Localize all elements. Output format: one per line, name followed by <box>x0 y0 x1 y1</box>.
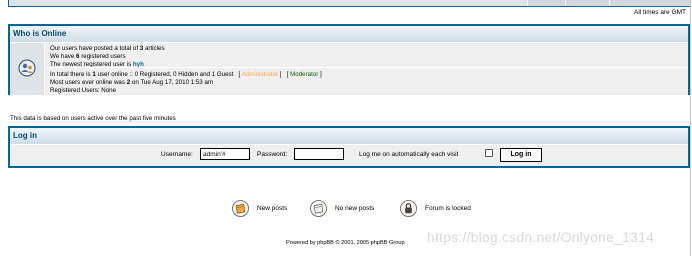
login-link[interactable]: Log in <box>13 131 37 140</box>
password-input[interactable] <box>294 148 344 160</box>
watermark-text: https://blog.csdn.net/Onlyone_1314 <box>427 229 655 245</box>
who-is-online-panel: Who is Online Our users have posted a to… <box>8 24 690 95</box>
password-label: Password: <box>257 151 288 158</box>
whosonline-icon <box>18 59 36 77</box>
username-input[interactable] <box>200 148 250 160</box>
table-cell <box>527 0 566 6</box>
table-cell <box>565 0 610 6</box>
table-cell <box>609 0 690 6</box>
legend-label: No new posts <box>335 205 375 212</box>
powered-by-text: Powered by phpBB © 2001, 2005 phpBB Grou… <box>286 240 405 246</box>
most-online-line: Most users ever online was 2 on Tue Aug … <box>50 79 214 86</box>
registered-users-online: Registered Users: None <box>50 87 117 94</box>
forum-page: All times are GMT Who is Online Our user… <box>0 0 691 256</box>
folder-icon <box>310 200 327 217</box>
login-panel: Log in Username: Password: Log me on aut… <box>8 126 690 168</box>
posted-articles-line: Our users have posted a total of 3 artic… <box>50 45 165 52</box>
login-row: Username: Password: Log me on automatica… <box>10 147 688 163</box>
who-is-online-title[interactable]: Who is Online <box>10 26 688 43</box>
login-form: Username: Password: Log me on automatica… <box>10 145 688 166</box>
who-is-online-link[interactable]: Who is Online <box>13 29 66 38</box>
login-title[interactable]: Log in <box>10 128 688 145</box>
previous-table-bottom <box>8 0 690 7</box>
users-online-line: In total there is 1 user online :: 0 Reg… <box>50 71 322 78</box>
online-icon-cell <box>10 43 45 95</box>
username-label: Username: <box>161 151 193 158</box>
who-is-online-body: Our users have posted a total of 3 artic… <box>10 43 688 95</box>
legend-label: New posts <box>257 205 288 212</box>
row-divider <box>45 67 688 68</box>
folder-new-icon <box>232 200 249 217</box>
legend-label: Forum is locked <box>425 205 471 212</box>
autologin-checkbox[interactable] <box>485 149 493 157</box>
forum-icon-legend: New posts No new posts Forum is locked <box>232 199 492 219</box>
autologin-label: Log me on automatically each visit <box>359 151 459 158</box>
moderator-legend: Moderator <box>290 71 319 78</box>
administrator-legend: Administrator <box>241 71 279 78</box>
folder-locked-icon <box>400 200 417 217</box>
login-button[interactable]: Log in <box>500 148 542 162</box>
online-stats: Our users have posted a total of 3 artic… <box>45 43 688 95</box>
registered-users-line: We have 6 registered users <box>50 53 126 60</box>
data-note: This data is based on users active over … <box>10 115 176 122</box>
timezone-note: All times are GMT <box>633 9 686 16</box>
